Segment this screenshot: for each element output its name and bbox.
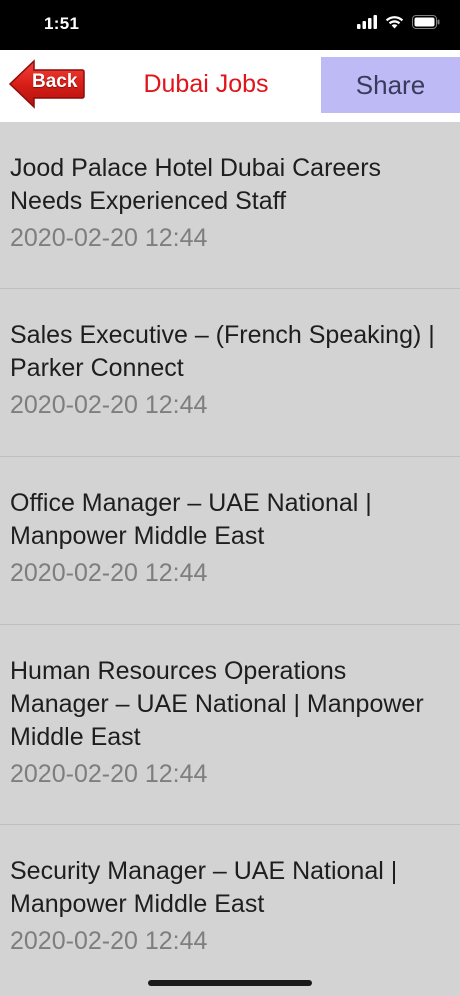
job-title: Jood Palace Hotel Dubai Careers Needs Ex…: [10, 154, 382, 215]
back-label: Back: [32, 71, 78, 92]
battery-icon: [412, 14, 440, 34]
list-item[interactable]: Security Manager – UAE National | Manpow…: [0, 825, 460, 996]
list-item[interactable]: Sales Executive – (French Speaking) | Pa…: [0, 289, 460, 457]
status-time: 1:51: [44, 14, 80, 33]
job-date: 2020-02-20 12:44: [10, 391, 208, 419]
signal-icon: [357, 14, 377, 34]
share-button[interactable]: Share: [321, 57, 460, 113]
job-date: 2020-02-20 12:44: [10, 224, 208, 252]
wifi-icon: [385, 15, 404, 34]
navigation-bar: Back Dubai Jobs Share: [0, 50, 460, 122]
list-item[interactable]: Office Manager – UAE National | Manpower…: [0, 457, 460, 625]
list-item[interactable]: Jood Palace Hotel Dubai Careers Needs Ex…: [0, 122, 460, 289]
list-item[interactable]: Human Resources Operations Manager – UAE…: [0, 625, 460, 825]
job-list: Jood Palace Hotel Dubai Careers Needs Ex…: [0, 122, 460, 996]
job-title: Sales Executive – (French Speaking) | Pa…: [10, 321, 435, 382]
job-title: Human Resources Operations Manager – UAE…: [10, 657, 424, 751]
status-icons: [357, 14, 440, 34]
job-title: Security Manager – UAE National | Manpow…: [10, 857, 398, 918]
job-title: Office Manager – UAE National | Manpower…: [10, 489, 372, 550]
page-title: Dubai Jobs: [143, 70, 269, 98]
status-bar: 1:51: [0, 0, 460, 50]
home-indicator[interactable]: [148, 980, 312, 986]
app-screen: 1:51 Back Dubai Jobs Share Jood Palace H…: [0, 0, 460, 996]
job-date: 2020-02-20 12:44: [10, 760, 208, 788]
back-button[interactable]: Back: [8, 58, 86, 110]
job-date: 2020-02-20 12:44: [10, 927, 208, 955]
job-date: 2020-02-20 12:44: [10, 559, 208, 587]
